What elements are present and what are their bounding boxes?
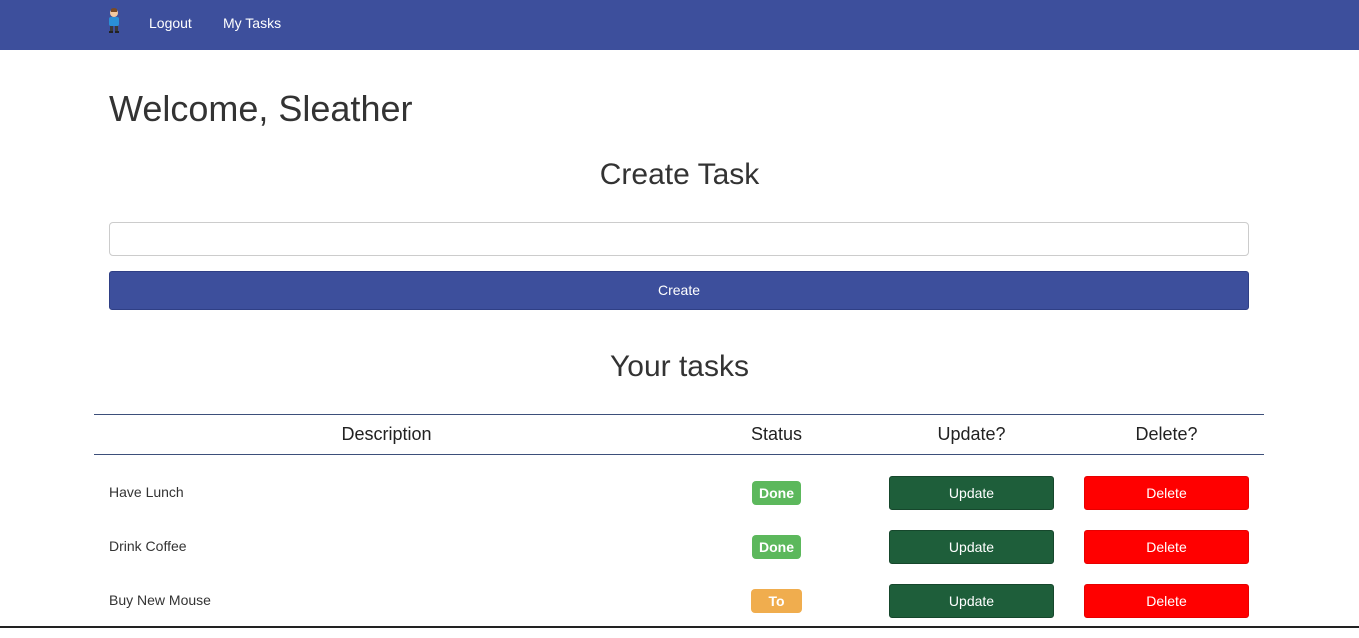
task-description: Buy New Mouse [109, 592, 211, 608]
update-button[interactable]: Update [889, 584, 1054, 618]
welcome-heading: Welcome, Sleather [109, 88, 413, 129]
table-header-divider [94, 454, 1264, 455]
create-button[interactable]: Create [109, 271, 1249, 310]
create-task-title: Create Task [599, 158, 760, 191]
navbar: Logout My Tasks [0, 0, 1359, 50]
column-header-delete: Delete? [1135, 424, 1198, 444]
my-tasks-link[interactable]: My Tasks [223, 15, 281, 31]
table-row: Have Lunch Done Update Delete [94, 476, 1264, 530]
logout-link[interactable]: Logout [149, 15, 192, 31]
person-avatar-icon[interactable] [105, 8, 123, 34]
status-badge: Done [752, 481, 801, 505]
task-description: Drink Coffee [109, 538, 187, 554]
status-badge: Done [752, 535, 801, 559]
delete-button[interactable]: Delete [1084, 584, 1249, 618]
update-button[interactable]: Update [889, 530, 1054, 564]
status-badge: To do [751, 589, 802, 633]
table-row: Buy New Mouse To do Update Delete [94, 584, 1264, 638]
your-tasks-title: Your tasks [610, 350, 749, 383]
table-row: Drink Coffee Done Update Delete [94, 530, 1264, 584]
table-top-divider [94, 414, 1264, 415]
task-description: Have Lunch [109, 484, 184, 500]
delete-button[interactable]: Delete [1084, 530, 1249, 564]
column-header-update: Update? [937, 424, 1006, 444]
update-button[interactable]: Update [889, 476, 1054, 510]
task-description-input[interactable] [109, 222, 1249, 256]
column-header-status: Status [750, 424, 803, 444]
delete-button[interactable]: Delete [1084, 476, 1249, 510]
column-header-description: Description [341, 424, 432, 444]
